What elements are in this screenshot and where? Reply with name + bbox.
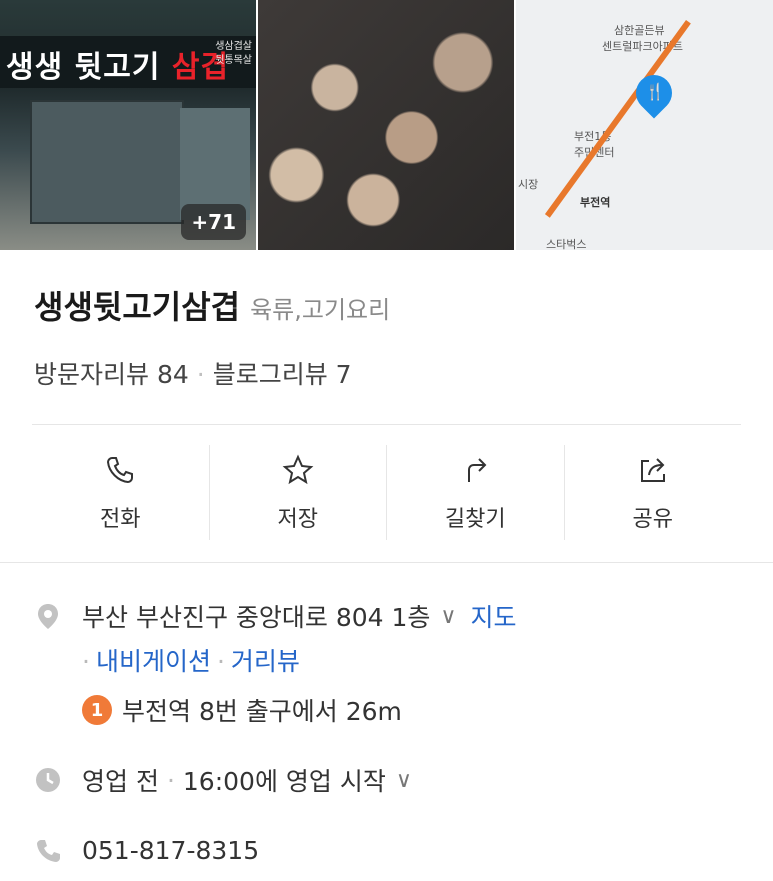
sign-main: 뒷고기 <box>74 50 161 85</box>
place-title: 생생뒷고기삼겹 <box>34 288 241 326</box>
place-header: 생생뒷고기삼겹 육류,고기요리 <box>34 282 390 328</box>
photo-strip[interactable]: 생생 뒷고기 삼겹 생삼겹살 뒷통목살 +71 삼한골든뷰 센트럴파크아파트 부… <box>0 0 773 250</box>
map-link[interactable]: 지도 <box>471 598 517 634</box>
store-window <box>30 100 184 224</box>
dot-separator: · <box>216 647 225 676</box>
share-label: 공유 <box>632 506 673 532</box>
sign-sub-1: 생삼겹살 <box>215 41 252 52</box>
street-view-link[interactable]: 거리뷰 <box>231 647 300 676</box>
map-label: 삼한골든뷰 <box>614 24 665 37</box>
dot-separator: · <box>196 360 205 389</box>
phone-row[interactable]: 051-817-8315 <box>34 836 259 865</box>
star-icon <box>282 454 314 484</box>
place-category: 육류,고기요리 <box>250 296 391 324</box>
hours-detail: 16:00에 영업 시작 <box>182 767 386 796</box>
chevron-down-icon[interactable]: ∨ <box>440 604 456 629</box>
save-button[interactable]: 저장 <box>210 445 387 540</box>
sign-prefix: 생생 <box>6 50 64 85</box>
chevron-down-icon[interactable]: ∨ <box>396 768 412 793</box>
blog-review-link[interactable]: 블로그리뷰 7 <box>213 360 352 389</box>
phone-number[interactable]: 051-817-8315 <box>82 836 259 865</box>
subway-info: 1 부전역 8번 출구에서 26m <box>82 692 402 728</box>
hours-status: 영업 전 <box>82 767 159 796</box>
directions-button[interactable]: 길찾기 <box>387 445 565 540</box>
navigation-link[interactable]: 내비게이션 <box>96 647 211 676</box>
map-thumbnail[interactable]: 삼한골든뷰 센트럴파크아파트 부전1동 주민센터 부전역 시장 스타벅스 🍴 <box>516 0 773 250</box>
map-label: 시장 <box>518 178 539 191</box>
photo-count-badge[interactable]: +71 <box>181 204 246 240</box>
directions-label: 길찾기 <box>444 506 506 532</box>
review-summary: 방문자리뷰 84 · 블로그리뷰 7 <box>34 355 352 391</box>
restaurant-icon: 🍴 <box>645 82 665 101</box>
address-sub-links: · 내비게이션 · 거리뷰 <box>82 642 300 678</box>
address-text[interactable]: 부산 부산진구 중앙대로 804 1층 <box>82 598 430 634</box>
subway-line-badge: 1 <box>82 695 112 725</box>
storefront-photo[interactable]: 생생 뒷고기 삼겹 생삼겹살 뒷통목살 +71 <box>0 0 256 250</box>
visitor-review-link[interactable]: 방문자리뷰 84 <box>34 360 189 389</box>
sign-sub: 생삼겹살 뒷통목살 <box>215 40 252 68</box>
address-row: 부산 부산진구 중앙대로 804 1층 ∨ 지도 <box>34 598 517 634</box>
dot-separator: · <box>82 647 90 676</box>
call-button[interactable]: 전화 <box>32 445 210 540</box>
save-label: 저장 <box>277 506 318 532</box>
hours-row[interactable]: 영업 전 · 16:00에 영업 시작 ∨ <box>34 762 412 798</box>
food-photo[interactable] <box>258 0 514 250</box>
directions-icon <box>468 457 487 482</box>
subway-exit-text: 부전역 8번 출구에서 26m <box>122 697 402 726</box>
action-bar: 전화 저장 길찾기 공유 <box>32 445 741 540</box>
call-label: 전화 <box>100 506 141 532</box>
clock-icon <box>36 768 60 792</box>
store-sign: 생생 뒷고기 삼겹 생삼겹살 뒷통목살 <box>0 36 256 88</box>
sign-sub-2: 뒷통목살 <box>215 55 252 66</box>
phone-icon <box>37 839 60 862</box>
phone-icon <box>107 456 134 483</box>
share-icon <box>640 457 665 482</box>
location-icon <box>38 604 58 629</box>
dot-separator: · <box>166 765 175 795</box>
share-button[interactable]: 공유 <box>565 445 742 540</box>
map-label: 부전역 <box>580 196 611 209</box>
divider <box>32 424 741 425</box>
section-divider <box>0 562 773 563</box>
map-label: 스타벅스 <box>546 238 587 250</box>
